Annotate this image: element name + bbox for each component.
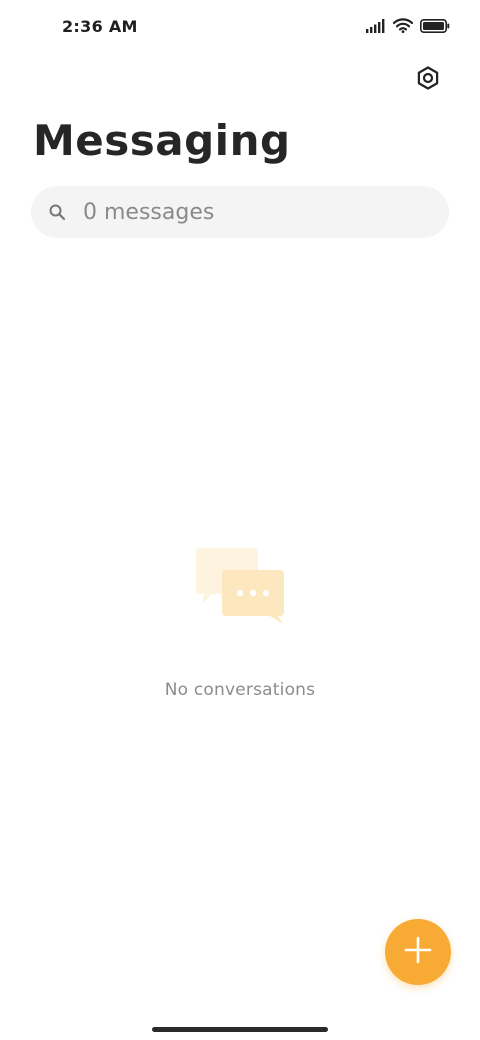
signal-icon (366, 18, 386, 33)
wifi-icon (393, 18, 413, 33)
empty-state-text: No conversations (164, 680, 316, 700)
new-conversation-button[interactable] (385, 919, 451, 985)
home-indicator[interactable] (152, 1027, 328, 1032)
battery-icon (420, 18, 450, 33)
status-icons (366, 18, 450, 33)
settings-icon (415, 65, 441, 95)
page-title: Messaging (33, 116, 291, 165)
settings-button[interactable] (412, 64, 444, 96)
search-icon (47, 202, 67, 222)
chat-bubbles-icon (196, 546, 286, 626)
plus-icon (404, 936, 432, 968)
status-time: 2:36 AM (62, 17, 138, 36)
search-input[interactable] (83, 199, 403, 225)
search-bar[interactable] (31, 186, 449, 238)
status-bar: 2:36 AM (0, 0, 480, 56)
